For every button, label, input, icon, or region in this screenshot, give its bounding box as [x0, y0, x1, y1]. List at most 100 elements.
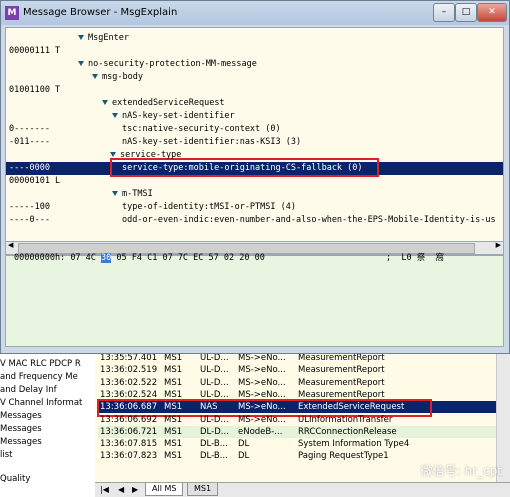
- table-cell-ch: UL-D...: [200, 377, 229, 388]
- table-cell-dir: eNodeB-...: [238, 426, 283, 437]
- tree-bits: -----100: [9, 202, 50, 212]
- left-item[interactable]: V MAC RLC PDCP R: [0, 358, 95, 371]
- tree-node[interactable]: extendedServiceRequest: [102, 97, 225, 110]
- table-cell-ms: MS1: [164, 414, 183, 425]
- table-cell-ch: DL-B...: [200, 451, 228, 462]
- table-cell-dir: DL: [238, 439, 250, 450]
- table-cell-time: 13:35:57.401: [100, 354, 158, 363]
- left-item[interactable]: Messages: [0, 423, 95, 436]
- expand-arrow-icon[interactable]: [78, 35, 84, 40]
- table-row[interactable]: 13:36:07.823 MS1 DL-B... DL Paging RequestTy…: [98, 450, 496, 462]
- tab-next-button[interactable]: ▶: [129, 483, 141, 496]
- tree-node-label: nAS-key-set-identifier:nas-KSI3 (3): [122, 137, 302, 147]
- close-button[interactable]: ✕: [477, 3, 507, 22]
- dialog-title: Message Browser - MsgExplain: [23, 7, 178, 18]
- table-cell-time: 13:36:07.815: [100, 439, 158, 450]
- minimize-button[interactable]: –: [433, 3, 455, 22]
- table-cell-time: 13:36:02.519: [100, 365, 158, 376]
- left-item[interactable]: Messages: [0, 436, 95, 449]
- tab-prev-button[interactable]: ◀: [115, 483, 127, 496]
- hex-offset: 00000000h:: [14, 253, 66, 263]
- dialog-titlebar[interactable]: M Message Browser - MsgExplain – □ ✕: [1, 1, 509, 25]
- table-cell-ms: MS1: [164, 451, 183, 462]
- table-row[interactable]: 13:36:02.519 MS1 UL-D... MS->eNo... Measurem…: [98, 364, 496, 376]
- table-cell-ms: MS1: [164, 354, 183, 363]
- tree-node[interactable]: tsc:native-security-context (0): [122, 123, 281, 136]
- table-row[interactable]: 13:36:07.815 MS1 DL-B... DL System Informati…: [98, 438, 496, 450]
- hex-line: 00000000h: 07 4C 30 05 F4 C1 07 7C EC 57…: [14, 252, 265, 264]
- scroll-right-arrow-icon[interactable]: ▶: [496, 241, 501, 249]
- background-left-panel: V MAC RLC PDCP R and Frequency Me and De…: [0, 354, 96, 497]
- tree-node[interactable]: nAS-key-set-identifier: [112, 110, 235, 123]
- tab-all-ms[interactable]: All MS: [145, 483, 184, 496]
- table-cell-msg: MeasurementReport: [298, 365, 385, 376]
- expand-arrow-icon[interactable]: [112, 113, 118, 118]
- hex-bytes-before: 07 4C: [70, 253, 96, 263]
- table-row[interactable]: 13:35:57.401 MS1 UL-D... MS->eNo... Measurem…: [98, 354, 496, 364]
- table-cell-ms: MS1: [164, 426, 183, 437]
- left-item[interactable]: and Frequency Me: [0, 371, 95, 384]
- table-row[interactable]: 13:36:06.692 MS1 UL-D... MS->eNo... ULInform…: [98, 414, 496, 426]
- left-item[interactable]: Messages: [0, 410, 95, 423]
- left-item[interactable]: V Channel Informat: [0, 397, 95, 410]
- table-cell-ms: MS1: [164, 439, 183, 450]
- tree-node-label: no-security-protection-MM-message: [88, 59, 257, 69]
- tree-node-label: service-type:mobile-originating-CS-fallb…: [122, 163, 363, 173]
- left-item[interactable]: list: [0, 449, 95, 462]
- tree-bits: 0-------: [9, 124, 50, 134]
- tree-node[interactable]: odd-or-even-indic:even-number-and-also-w…: [122, 214, 496, 227]
- table-cell-ch: UL-D...: [200, 354, 229, 363]
- tree-bits: ----0---: [9, 215, 50, 225]
- hex-byte-highlight: 30: [101, 253, 112, 263]
- tab-ms1[interactable]: MS1: [187, 483, 219, 496]
- table-cell-msg: System Information Type4: [298, 439, 410, 450]
- tree-bits: 00000111 T: [9, 46, 61, 56]
- tree-node[interactable]: MsgEnter: [78, 32, 129, 45]
- expand-arrow-icon[interactable]: [110, 152, 116, 157]
- expand-arrow-icon[interactable]: [102, 100, 108, 105]
- tree-node[interactable]: service-type:mobile-originating-CS-fallb…: [122, 162, 363, 175]
- tree-node[interactable]: no-security-protection-MM-message: [78, 58, 257, 71]
- app-icon: M: [5, 6, 19, 20]
- expand-arrow-icon[interactable]: [112, 191, 118, 196]
- table-cell-ch: UL-D...: [200, 414, 229, 425]
- table-row[interactable]: 13:36:02.522 MS1 UL-D... MS->eNo... Measurem…: [98, 377, 496, 389]
- table-row[interactable]: 13:36:06.687 MS1 NAS MS->eNo... ExtendedServ…: [97, 399, 496, 418]
- scroll-left-arrow-icon[interactable]: ◀: [8, 241, 13, 249]
- tree-node[interactable]: m-TMSI: [112, 188, 153, 201]
- watermark: 微信号: hr_cpt: [420, 464, 502, 478]
- left-item[interactable]: Quality: [0, 473, 95, 486]
- tree-node-label: MsgEnter: [88, 33, 129, 43]
- tree-node[interactable]: type-of-identity:tMSI-or-PTMSI (4): [122, 201, 296, 214]
- table-cell-dir: MS->eNo...: [238, 365, 286, 376]
- message-browser-dialog: M Message Browser - MsgExplain – □ ✕ Msg…: [0, 0, 510, 354]
- tree-bits: ----0000: [9, 163, 50, 173]
- tree-node[interactable]: nAS-key-set-identifier:nas-KSI3 (3): [122, 136, 301, 149]
- decode-tree: MsgEnter 00000111 T no-security-protection…: [5, 27, 504, 242]
- table-row[interactable]: 13:36:06.721 MS1 DL-D... eNodeB-... RRCConne…: [98, 425, 496, 438]
- table-cell-ms: MS1: [164, 377, 183, 388]
- maximize-button[interactable]: □: [455, 3, 477, 22]
- table-cell-dir: DL: [238, 451, 250, 462]
- table-cell-msg: RRCConnectionRelease: [298, 426, 397, 437]
- table-cell-ch: DL-B...: [200, 439, 228, 450]
- table-cell-msg: MeasurementReport: [298, 377, 385, 388]
- left-item[interactable]: and Delay Inf: [0, 384, 95, 397]
- tree-node[interactable]: msg-body: [92, 71, 143, 84]
- table-cell-dir: MS->eNo...: [238, 377, 286, 388]
- table-cell-ms: MS1: [164, 365, 183, 376]
- table-cell-ch: DL-D...: [200, 426, 229, 437]
- expand-arrow-icon[interactable]: [78, 61, 84, 66]
- tab-first-button[interactable]: |◀: [97, 483, 112, 496]
- tree-node-label: msg-body: [102, 72, 143, 82]
- table-cell-dir: MS->eNo...: [238, 414, 286, 425]
- expand-arrow-icon[interactable]: [92, 74, 98, 79]
- ms-tab-bar: |◀ ◀ ▶ All MS MS1: [95, 482, 510, 497]
- tree-node[interactable]: service-type: [110, 149, 181, 162]
- tree-node-label: service-type: [120, 150, 182, 160]
- table-cell-msg: ULInformationTransfer: [298, 414, 393, 425]
- tree-node-label: tsc:native-security-context (0): [122, 124, 281, 134]
- tree-node-label: type-of-identity:tMSI-or-PTMSI (4): [122, 202, 296, 212]
- table-cell-time: 13:36:06.692: [100, 414, 158, 425]
- table-cell-msg: Paging RequestType1: [298, 451, 389, 462]
